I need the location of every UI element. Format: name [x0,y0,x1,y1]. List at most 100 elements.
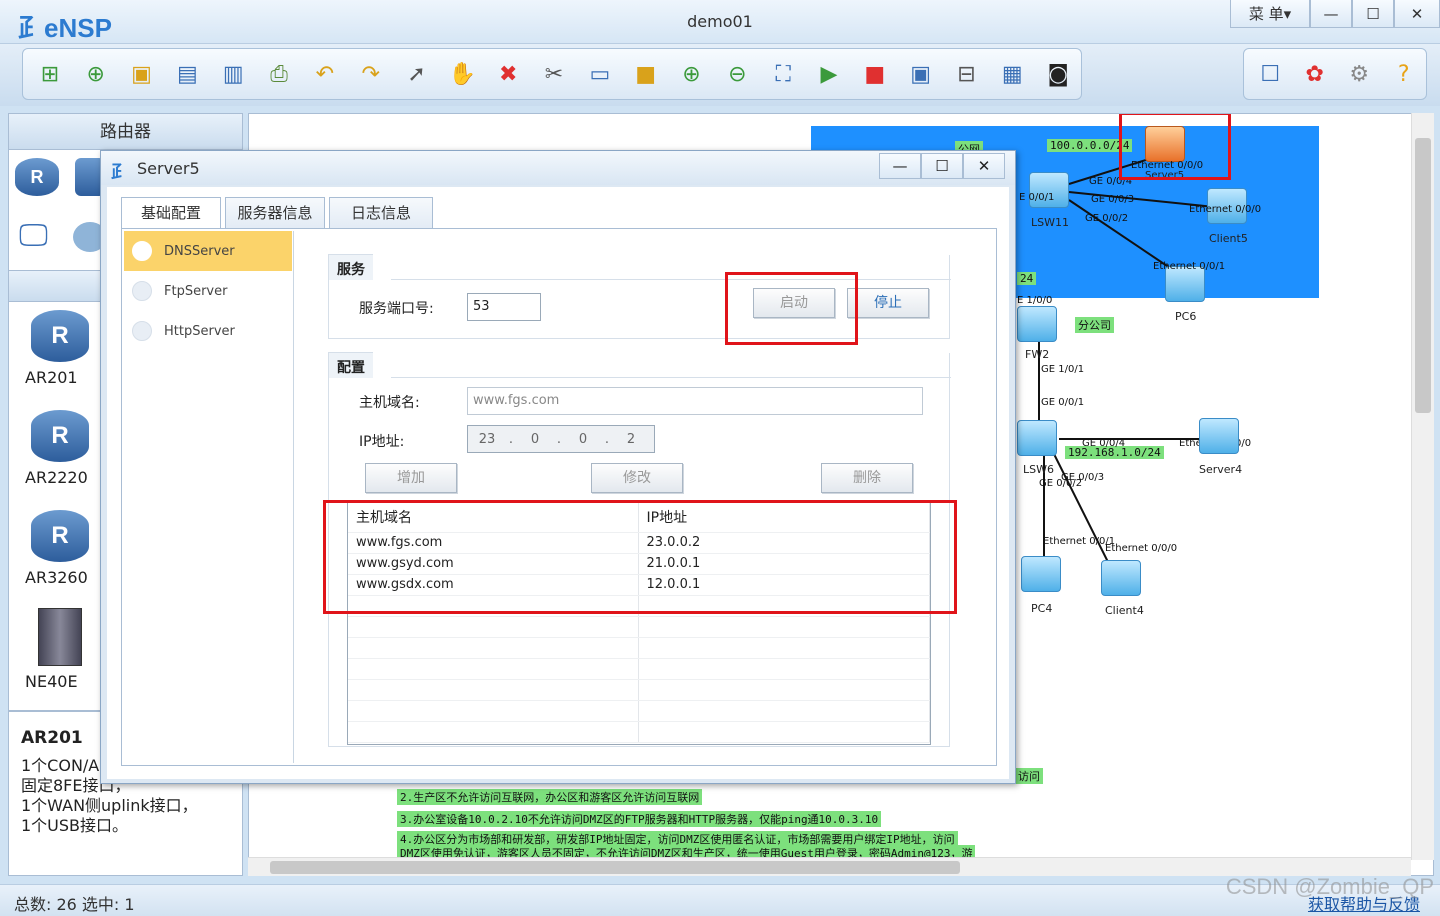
ensp-logo-icon: ⺪ [111,162,129,183]
new-topology-icon[interactable]: ⊞ [27,54,73,94]
port-label: Ethernet 0/0/0 [1105,543,1178,554]
tab-server-info[interactable]: 服务器信息 [225,197,325,229]
maximize-button[interactable]: ☐ [1352,0,1394,28]
node-label: Client4 [1105,604,1144,617]
screenshot-icon[interactable]: ◙ [1035,54,1081,94]
table-row-empty [348,637,930,659]
add-button[interactable]: 增加 [365,463,457,493]
server4-icon[interactable] [1199,418,1239,454]
modify-button[interactable]: 修改 [591,463,683,493]
tab-log-info[interactable]: 日志信息 [329,197,433,229]
chat-icon[interactable]: ☐ [1248,54,1293,94]
device-label: AR201 [25,368,78,387]
server5-dialog: ⺪ Server5 — ☐ ✕ 基础配置 服务器信息 日志信息 DNSServe… [100,150,1016,784]
print-icon[interactable]: ⎙ [256,54,302,94]
scroll-thumb[interactable] [270,861,960,874]
highlight-box-server5 [1119,114,1231,180]
stop-icon[interactable]: ■ [852,54,898,94]
capture-icon[interactable]: ▣ [898,54,944,94]
host-input[interactable]: www.fgs.com [467,387,923,415]
save-icon[interactable]: ▤ [164,54,210,94]
device-ar201[interactable]: R AR201 [25,310,95,387]
toolbar-extra: ☐ ✿ ⚙ ? [1243,48,1427,100]
pc4-icon[interactable] [1021,556,1061,592]
vertical-scrollbar[interactable] [1411,113,1434,860]
node-label: Client5 [1209,232,1248,245]
group-divider [391,279,951,280]
router-category-icon[interactable]: R [15,158,59,196]
highlight-box-table [323,500,957,614]
port-label: 服务端口号: [359,301,434,317]
service-status-icon [132,241,152,261]
port-label: Ethernet 0/0/0 [1189,204,1262,215]
port-input[interactable]: 53 [467,293,541,321]
ip-dot: . [604,431,610,447]
window-title: demo01 [687,12,753,31]
port-label: E 1/0/0 [1017,295,1053,306]
service-status-icon [132,281,152,301]
port-label: GE 1/0/1 [1041,364,1085,375]
rectangle-icon[interactable]: ■ [623,54,669,94]
node-label: FW2 [1025,348,1050,361]
pc-category-icon[interactable]: 🖵 [19,218,48,253]
topology-tiles-icon[interactable]: ⊟ [944,54,990,94]
switch-lsw6-icon[interactable] [1017,420,1057,456]
zoom-in-icon[interactable]: ⊕ [669,54,715,94]
device-ne40e[interactable]: NE40E [25,608,95,691]
delete-button[interactable]: 删除 [821,463,913,493]
fit-view-icon[interactable]: ⛶ [760,54,806,94]
settings-gear-icon[interactable]: ⚙ [1337,54,1382,94]
dialog-close-button[interactable]: ✕ [963,153,1005,179]
open-folder-icon[interactable]: ▣ [119,54,165,94]
service-label: FtpServer [164,283,228,299]
dialog-title-bar[interactable]: ⺪ Server5 — ☐ ✕ [101,151,1015,185]
text-note-icon[interactable]: ▭ [577,54,623,94]
service-item-ftp[interactable]: FtpServer [124,271,292,311]
close-button[interactable]: ✕ [1394,0,1440,28]
service-item-http[interactable]: HttpServer [124,311,292,351]
ip-octet: 0 [530,431,540,447]
client4-icon[interactable] [1101,560,1141,596]
delete-icon[interactable]: ✖ [485,54,531,94]
device-category-header[interactable]: 路由器 [9,114,242,150]
ip-dot: . [508,431,514,447]
device-label: NE40E [25,672,78,691]
device-ar2220[interactable]: R AR2220 [25,410,95,487]
save-as-icon[interactable]: ▥ [210,54,256,94]
firewall-fw2-icon[interactable] [1017,306,1057,342]
service-item-dns[interactable]: DNSServer [124,231,292,271]
device-ar3260[interactable]: R AR3260 [25,510,95,587]
huawei-icon[interactable]: ✿ [1293,54,1338,94]
dialog-minimize-button[interactable]: — [879,153,921,179]
minimize-button[interactable]: — [1310,0,1352,28]
pan-hand-icon[interactable]: ✋ [439,54,485,94]
undo-icon[interactable]: ↶ [302,54,348,94]
table-row-empty [348,700,930,722]
port-label: GE 0/0/3 [1091,194,1135,205]
branch-label: 分公司 [1075,317,1114,333]
grid-icon[interactable]: ▦ [989,54,1035,94]
delete-link-icon[interactable]: ✂ [531,54,577,94]
watermark: CSDN @Zombie_QP [1225,874,1434,899]
start-icon[interactable]: ▶ [806,54,852,94]
help-icon[interactable]: ? [1382,54,1427,94]
highlight-box-buttons [725,272,858,345]
select-cursor-icon[interactable]: ➚ [394,54,440,94]
service-label: HttpServer [164,323,235,339]
net24-label: 24 [1017,272,1037,285]
scroll-thumb[interactable] [1415,138,1431,413]
menu-button[interactable]: 菜 单▾ [1230,0,1310,28]
port-label: E 0/0/1 [1019,192,1055,203]
router-icon: R [31,310,89,362]
zoom-out-icon[interactable]: ⊖ [714,54,760,94]
description-line: 1个USB接口。 [21,816,129,835]
note-text: 3.办公室设备10.0.2.10不允许访问DMZ区的FTP服务器和HTTP服务器… [397,811,882,827]
dialog-maximize-button[interactable]: ☐ [921,153,963,179]
status-text: 总数: 26 选中: 1 [14,895,135,914]
note-text: 访问 [1015,768,1043,784]
ip-address-input[interactable]: 23. 0. 0. 2 [467,425,655,453]
tab-basic-config[interactable]: 基础配置 [121,197,221,230]
new-blank-icon[interactable]: ⊕ [73,54,119,94]
stop-button[interactable]: 停止 [847,288,929,318]
redo-icon[interactable]: ↷ [348,54,394,94]
